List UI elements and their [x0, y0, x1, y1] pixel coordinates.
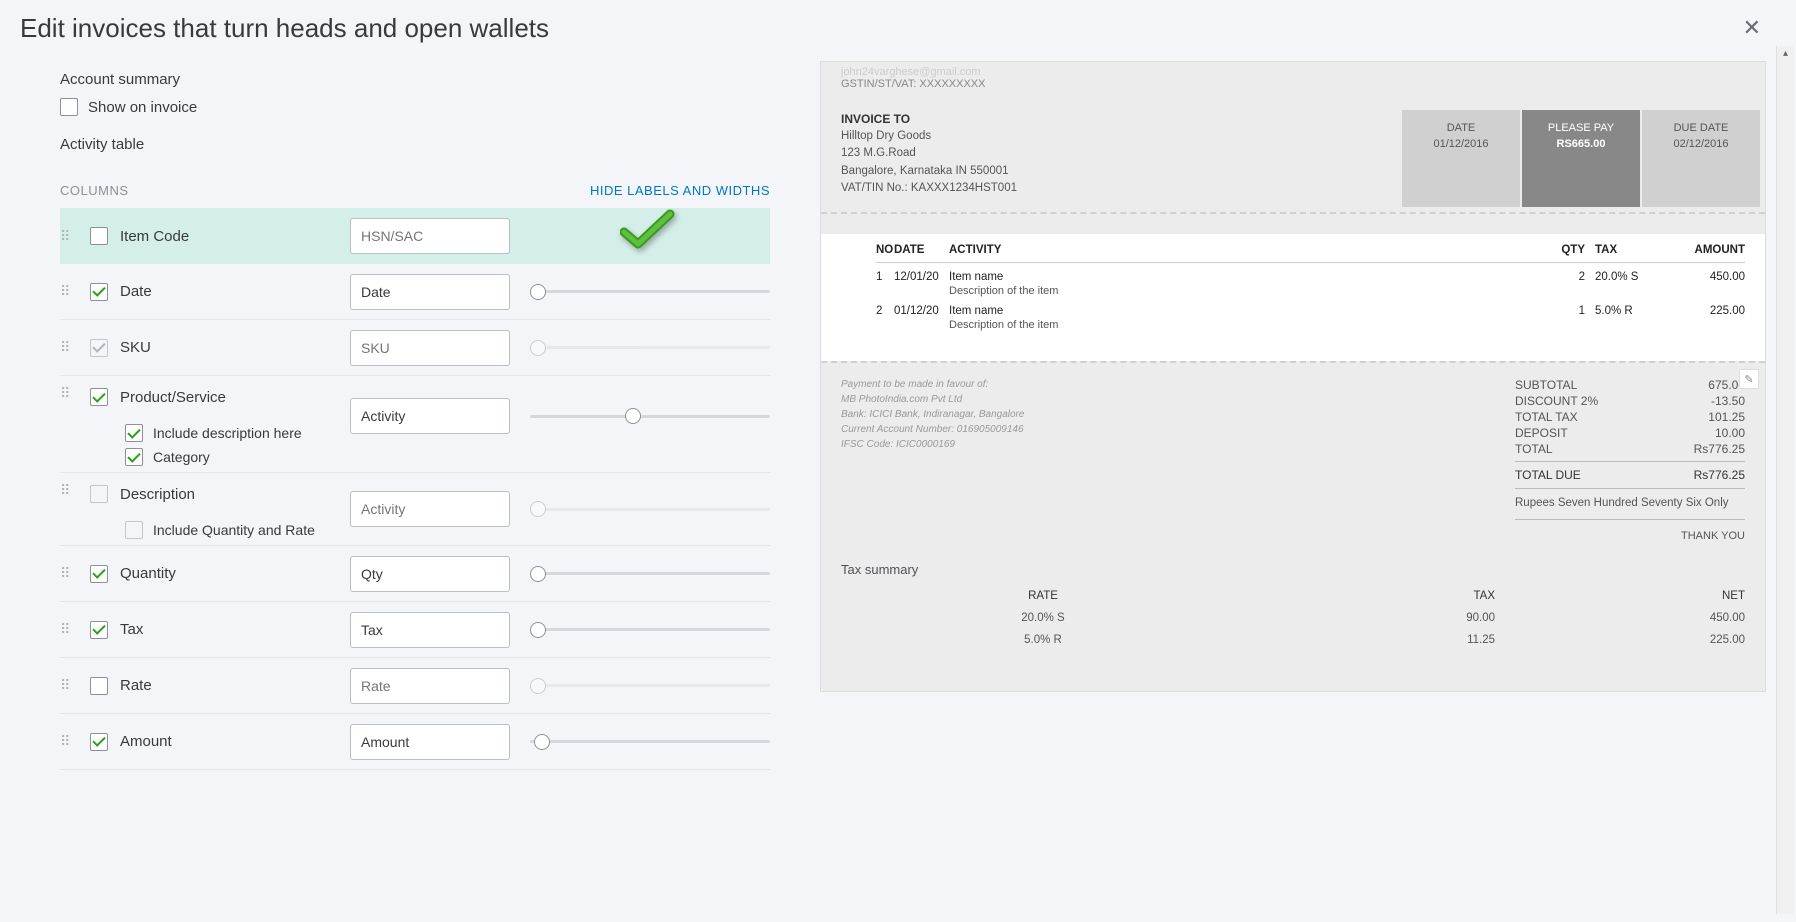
page-title: Edit invoices that turn heads and open w…: [20, 13, 549, 44]
drag-handle-icon[interactable]: ⠿: [60, 487, 78, 494]
product-checkbox[interactable]: [90, 388, 108, 406]
include-description-checkbox[interactable]: [125, 424, 143, 442]
rate-checkbox[interactable]: [90, 677, 108, 695]
show-on-invoice-checkbox[interactable]: [60, 98, 78, 116]
drag-handle-icon[interactable]: ⠿: [60, 288, 78, 295]
totals-block: SUBTOTAL675.00 DISCOUNT 2%-13.50 TOTAL T…: [1515, 377, 1745, 542]
date-input[interactable]: [350, 274, 510, 310]
item-code-label: Item Code: [120, 228, 189, 245]
quantity-label: Quantity: [120, 565, 176, 582]
line-item-row: 1 12/01/20 Item name 2 20.0% S 450.00: [876, 263, 1745, 283]
column-row-quantity: ⠿ Quantity: [60, 546, 770, 602]
drag-handle-icon[interactable]: ⠿: [60, 390, 78, 397]
date-checkbox[interactable]: [90, 283, 108, 301]
customer-name: Hilltop Dry Goods: [841, 128, 1402, 145]
invoice-to-label: INVOICE TO: [841, 110, 1402, 128]
preview-pane: john24varghese@gmail.com GSTIN/ST/VAT: X…: [810, 61, 1796, 922]
description-label: Description: [120, 486, 195, 503]
date-box: DATE 01/12/2016: [1402, 110, 1520, 207]
tax-checkbox[interactable]: [90, 621, 108, 639]
drag-handle-icon[interactable]: ⠿: [60, 570, 78, 577]
tax-width-slider[interactable]: [530, 620, 770, 640]
amount-checkbox[interactable]: [90, 733, 108, 751]
tax-label: Tax: [120, 621, 143, 638]
line-item-desc: Description of the item: [876, 283, 1745, 297]
item-code-input[interactable]: [350, 218, 510, 254]
quantity-checkbox[interactable]: [90, 565, 108, 583]
product-label: Product/Service: [120, 389, 226, 406]
quantity-width-slider[interactable]: [530, 564, 770, 584]
description-checkbox: [90, 485, 108, 503]
drag-handle-icon[interactable]: ⠿: [60, 233, 78, 240]
please-pay-box: PLEASE PAY RS665.00: [1522, 110, 1640, 207]
column-row-sku: ⠿ SKU: [60, 320, 770, 376]
drag-handle-icon[interactable]: ⠿: [60, 344, 78, 351]
scrollbar[interactable]: ▴: [1776, 46, 1794, 914]
tax-summary-row: 20.0% S 90.00 450.00: [841, 607, 1745, 629]
line-item-desc: Description of the item: [876, 317, 1745, 331]
drag-handle-icon[interactable]: ⠿: [60, 738, 78, 745]
product-width-slider[interactable]: [530, 406, 770, 426]
drag-handle-icon[interactable]: ⠿: [60, 626, 78, 633]
sku-width-slider: [530, 338, 770, 358]
customer-addr2: Bangalore, Karnataka IN 550001: [841, 163, 1402, 180]
payment-info: Payment to be made in favour of: MB Phot…: [841, 377, 1515, 542]
pencil-icon[interactable]: ✎: [1739, 369, 1759, 389]
account-summary-label: Account summary: [60, 71, 770, 88]
due-date-box: DUE DATE 02/12/2016: [1642, 110, 1760, 207]
columns-heading: COLUMNS: [60, 183, 129, 198]
line-items-table: NO DATE ACTIVITY QTY TAX AMOUNT 1 12/01/…: [821, 234, 1765, 361]
include-qty-rate-label: Include Quantity and Rate: [153, 522, 315, 538]
sku-label: SKU: [120, 339, 151, 356]
activity-table-label: Activity table: [60, 136, 770, 153]
column-row-amount: ⠿ Amount: [60, 714, 770, 770]
amount-in-words: Rupees Seven Hundred Seventy Six Only: [1515, 493, 1745, 520]
description-width-slider: [530, 499, 770, 519]
drag-handle-icon[interactable]: ⠿: [60, 682, 78, 689]
rate-width-slider: [530, 676, 770, 696]
column-row-description: ⠿ Description Include Quantity and Rate: [60, 473, 770, 546]
category-checkbox[interactable]: [125, 448, 143, 466]
invoice-preview: john24varghese@gmail.com GSTIN/ST/VAT: X…: [820, 61, 1766, 692]
amount-label: Amount: [120, 733, 172, 750]
sku-checkbox: [90, 339, 108, 357]
item-code-checkbox[interactable]: [90, 227, 108, 245]
amount-width-slider[interactable]: [530, 732, 770, 752]
dialog-header: Edit invoices that turn heads and open w…: [0, 0, 1796, 61]
date-width-slider[interactable]: [530, 282, 770, 302]
product-input[interactable]: [350, 398, 510, 434]
line-item-row: 2 01/12/20 Item name 1 5.0% R 225.00: [876, 297, 1745, 317]
preview-gst: GSTIN/ST/VAT: XXXXXXXXX: [841, 78, 1745, 90]
column-row-date: ⠿ Date: [60, 264, 770, 320]
include-description-label: Include description here: [153, 425, 302, 441]
scroll-up-icon[interactable]: ▴: [1777, 46, 1794, 61]
tax-summary-row: 5.0% R 11.25 225.00: [841, 629, 1745, 651]
sku-input[interactable]: [350, 330, 510, 366]
tax-summary: Tax summary RATE TAX NET 20.0% S 90.00 4…: [821, 552, 1765, 691]
tax-input[interactable]: [350, 612, 510, 648]
hide-labels-link[interactable]: HIDE LABELS AND WIDTHS: [590, 183, 770, 198]
checkmark-icon: [620, 208, 676, 262]
category-label: Category: [153, 449, 210, 465]
description-input[interactable]: [350, 491, 510, 527]
preview-email: john24varghese@gmail.com: [841, 66, 1745, 78]
column-row-rate: ⠿ Rate: [60, 658, 770, 714]
column-row-product: ⠿ Product/Service Include description he…: [60, 376, 770, 473]
date-label: Date: [120, 283, 152, 300]
include-qty-rate-checkbox: [125, 521, 143, 539]
amount-input[interactable]: [350, 724, 510, 760]
rate-label: Rate: [120, 677, 152, 694]
close-icon[interactable]: ✕: [1728, 10, 1776, 46]
quantity-input[interactable]: [350, 556, 510, 592]
thank-you: THANK YOU: [1515, 520, 1745, 542]
settings-panel: Account summary Show on invoice Activity…: [0, 61, 810, 922]
customer-addr1: 123 M.G.Road: [841, 145, 1402, 162]
customer-vat: VAT/TIN No.: KAXXX1234HST001: [841, 180, 1402, 197]
rate-input[interactable]: [350, 668, 510, 704]
column-row-tax: ⠿ Tax: [60, 602, 770, 658]
show-on-invoice-label: Show on invoice: [88, 99, 197, 116]
